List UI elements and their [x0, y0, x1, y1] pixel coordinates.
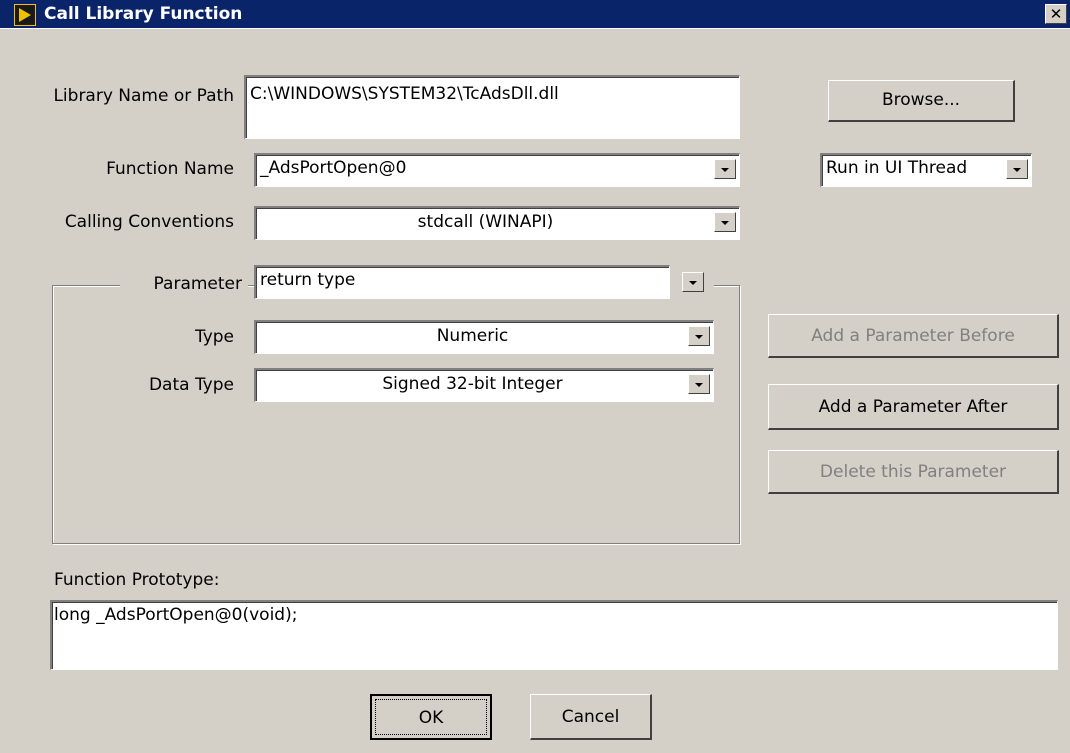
type-label: Type — [194, 327, 234, 347]
parameter-dropdown-wrap — [670, 265, 714, 299]
chevron-down-icon[interactable] — [688, 374, 710, 394]
function-name-combo[interactable]: _AdsPortOpen@0 — [254, 153, 740, 187]
data-type-value: Signed 32-bit Integer — [382, 374, 563, 394]
function-name-label: Function Name — [106, 159, 234, 179]
add-parameter-after-button[interactable]: Add a Parameter After — [768, 384, 1059, 430]
function-prototype-field: long _AdsPortOpen@0(void); — [50, 600, 1058, 670]
window-title: Call Library Function — [44, 4, 243, 24]
function-prototype-value: long _AdsPortOpen@0(void); — [54, 605, 298, 625]
parameter-field[interactable]: return type — [254, 265, 670, 299]
delete-parameter-button[interactable]: Delete this Parameter — [768, 450, 1059, 494]
chevron-down-icon[interactable] — [714, 212, 736, 232]
thread-select[interactable]: Run in UI Thread — [820, 153, 1032, 187]
library-path-field[interactable]: C:\WINDOWS\SYSTEM32\TcAdsDll.dll — [244, 75, 740, 139]
calling-conventions-value: stdcall (WINAPI) — [417, 212, 554, 232]
chevron-down-icon[interactable] — [688, 326, 710, 346]
parameter-label: Parameter — [120, 274, 248, 294]
library-path-value: C:\WINDOWS\SYSTEM32\TcAdsDll.dll — [250, 84, 559, 104]
browse-button[interactable]: Browse... — [828, 80, 1015, 122]
type-value: Numeric — [436, 326, 509, 346]
parameter-value: return type — [260, 270, 356, 290]
chevron-down-icon[interactable] — [682, 272, 704, 292]
calling-conventions-label: Calling Conventions — [64, 212, 234, 232]
close-icon[interactable]: ✕ — [1045, 4, 1067, 24]
cancel-button[interactable]: Cancel — [530, 694, 652, 740]
add-parameter-before-button[interactable]: Add a Parameter Before — [768, 314, 1059, 358]
library-label: Library Name or Path — [53, 86, 234, 106]
chevron-down-icon[interactable] — [1006, 159, 1028, 179]
labview-icon — [14, 4, 36, 26]
chevron-down-icon[interactable] — [714, 159, 736, 179]
data-type-select[interactable]: Signed 32-bit Integer — [254, 368, 714, 402]
function-prototype-label: Function Prototype: — [54, 570, 220, 590]
thread-value: Run in UI Thread — [826, 158, 968, 178]
function-name-value: _AdsPortOpen@0 — [260, 158, 407, 178]
ok-button[interactable]: OK — [370, 694, 492, 740]
data-type-label: Data Type — [148, 375, 234, 395]
calling-conventions-select[interactable]: stdcall (WINAPI) — [254, 206, 740, 240]
type-select[interactable]: Numeric — [254, 320, 714, 354]
